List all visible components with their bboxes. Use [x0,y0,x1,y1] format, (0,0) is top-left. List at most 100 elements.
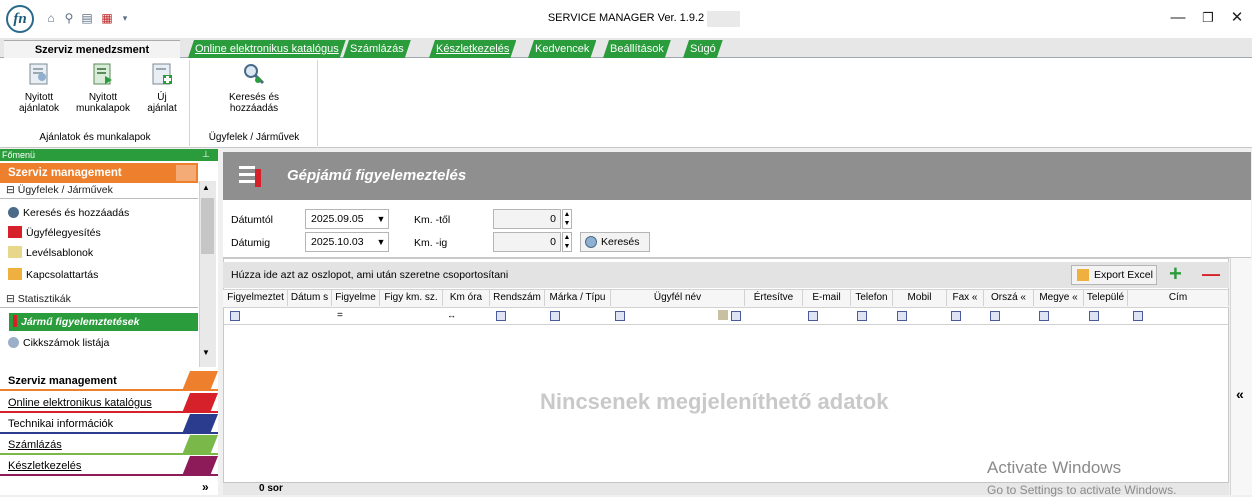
col-km-ora[interactable]: Km óra [443,290,490,306]
col-telefon[interactable]: Telefon [851,290,893,306]
tab-beallitasok[interactable]: Beállítások [603,40,671,58]
nav-label: Online elektronikus katalógus [8,397,152,409]
tab-keszletkezeles[interactable]: Készletkezelés [429,40,516,58]
nav-label: Készletkezelés [8,460,82,472]
tab-szamlazas[interactable]: Számlázás [343,40,411,58]
item-label: Jármű figyelemztetések [21,316,140,328]
title-placeholder [707,11,740,27]
sidebar-item-jarmu-figyelmeztetesek[interactable]: Jármű figyelemztetések [9,313,198,331]
sidebar-item-levelsablonok[interactable]: Levélsablonok [8,244,198,262]
date-from-field[interactable]: 2025.09.05 ▼ [305,209,389,229]
item-label: Keresés és hozzáadás [23,207,130,219]
nav-technikai-informaciok[interactable]: Technikai információk [0,414,218,434]
filter-cell[interactable] [615,311,625,321]
filter-cell[interactable] [496,311,506,321]
part-number-icon [8,337,19,348]
scrollbar-thumb[interactable] [201,198,214,254]
dropdown-icon[interactable]: ▼ [374,232,388,252]
minimize-button[interactable]: — [1166,8,1190,28]
km-to-input[interactable]: 0 [493,232,561,252]
right-collapse-rail[interactable] [1230,258,1252,495]
nav-online-katalogus[interactable]: Online elektronikus katalógus [0,393,218,413]
col-ertesitve[interactable]: Értesítve [745,290,803,306]
add-row-button[interactable]: + [1169,263,1182,285]
sidebar-section-title[interactable]: Szerviz management [0,163,198,183]
search-button[interactable]: Keresés [580,232,650,252]
col-ugyfel-nev[interactable]: Ügyfél név [611,290,745,306]
col-figy-km-sz[interactable]: Figy km. sz. [380,290,443,306]
filter-cell[interactable] [990,311,1000,321]
tab-online-katalogus[interactable]: Online elektronikus katalógus [188,40,346,58]
nav-keszletkezeles[interactable]: Készletkezelés [0,456,218,476]
col-email[interactable]: E-mail [803,290,851,306]
date-to-value: 2025.10.03 [311,236,364,248]
offers-document-icon [27,62,51,86]
scroll-down-icon[interactable]: ▼ [202,348,210,357]
filter-cell[interactable] [857,311,867,321]
filter-cell[interactable] [897,311,907,321]
alert-bar-icon [13,315,17,327]
filter-cell[interactable] [1039,311,1049,321]
pin-icon[interactable]: ⊥ [202,149,210,160]
catalog-icon [182,393,218,413]
km-from-spinner[interactable]: ▲ ▼ [562,209,572,229]
col-fax[interactable]: Fax « [947,290,984,306]
open-offers-button[interactable]: Nyitott ajánlatok [14,62,64,122]
filter-range-icon[interactable]: ↔ [447,310,456,320]
technical-info-icon [182,414,218,434]
km-from-input[interactable]: 0 [493,209,561,229]
filter-operator-icon[interactable]: = [337,310,343,321]
button-label-line1: Nyitott [24,92,54,103]
page-title: Gépjámű figyelemeztelés [287,167,467,184]
search-and-add-button[interactable]: Keresés és hozzáadás [214,62,294,122]
expand-panel-icon[interactable]: « [1236,386,1244,402]
col-rendszam[interactable]: Rendszám [490,290,545,306]
item-label: Cikkszámok listája [23,337,110,349]
col-cim[interactable]: Cím [1128,290,1229,306]
scroll-up-icon[interactable]: ▲ [202,183,210,192]
maximize-button[interactable]: ❐ [1196,8,1220,28]
export-excel-button[interactable]: Export Excel [1071,265,1157,285]
filter-cell[interactable] [731,311,741,321]
filter-edit-icon[interactable] [718,310,728,320]
remove-row-button[interactable]: — [1201,265,1221,283]
close-button[interactable]: ✕ [1225,8,1249,28]
nav-szerviz-management[interactable]: Szerviz management [0,371,218,391]
col-orszag[interactable]: Orszá « [984,290,1034,306]
tab-sugo[interactable]: Súgó [683,40,723,58]
filter-cell[interactable] [808,311,818,321]
col-figyelmeztetes[interactable]: Figyelmeztet [224,290,288,306]
group-title: Ügyfelek / Járművek [17,184,113,196]
sidebar-item-kapcsolattartas[interactable]: Kapcsolattartás [8,266,198,284]
km-to-spinner[interactable]: ▲ ▼ [562,232,572,252]
sidebar-item-ugyfelegyesites[interactable]: Ügyfélegyesítés [8,224,198,242]
dropdown-icon[interactable]: ▼ [374,209,388,229]
col-marka-tipus[interactable]: Márka / Típu [545,290,611,306]
filter-cell[interactable] [951,311,961,321]
col-megye[interactable]: Megye « [1034,290,1084,306]
new-offer-button[interactable]: Új ajánlat [140,62,184,122]
tab-szerviz-menedzsment[interactable]: Szerviz menedzsment [4,40,180,58]
sidebar-item-kereses[interactable]: Keresés és hozzáadás [8,204,198,222]
col-mobil[interactable]: Mobil [893,290,947,306]
group-ugyfelek-jarmuvek[interactable]: ⊟ Ügyfelek / Járművek [0,182,198,199]
group-statisztikak[interactable]: ⊟ Statisztikák [0,291,198,308]
open-worksheets-button[interactable]: Nyitott munkalapok [72,62,134,122]
contact-mail-icon [8,268,22,280]
sidebar-item-cikkszamok[interactable]: Cikkszámok listája [8,334,198,352]
filter-cell[interactable] [1089,311,1099,321]
col-figyelmeztetes-tipus[interactable]: Figyelme [332,290,380,306]
tab-label: Online elektronikus katalógus [195,43,339,55]
date-to-field[interactable]: 2025.10.03 ▼ [305,232,389,252]
col-telepules[interactable]: Települé [1084,290,1128,306]
nav-szamlazas[interactable]: Számlázás [0,435,218,455]
more-modules-icon[interactable]: » [202,480,209,494]
date-to-label: Dátumig [231,237,271,249]
tab-kedvencek[interactable]: Kedvencek [528,40,596,58]
collapse-icon: ⊟ [6,184,15,196]
filter-cell[interactable] [1133,311,1143,321]
filter-cell[interactable] [550,311,560,321]
col-datum[interactable]: Dátum s [288,290,332,306]
worksheet-icon [91,62,115,86]
filter-cell[interactable] [230,311,240,321]
